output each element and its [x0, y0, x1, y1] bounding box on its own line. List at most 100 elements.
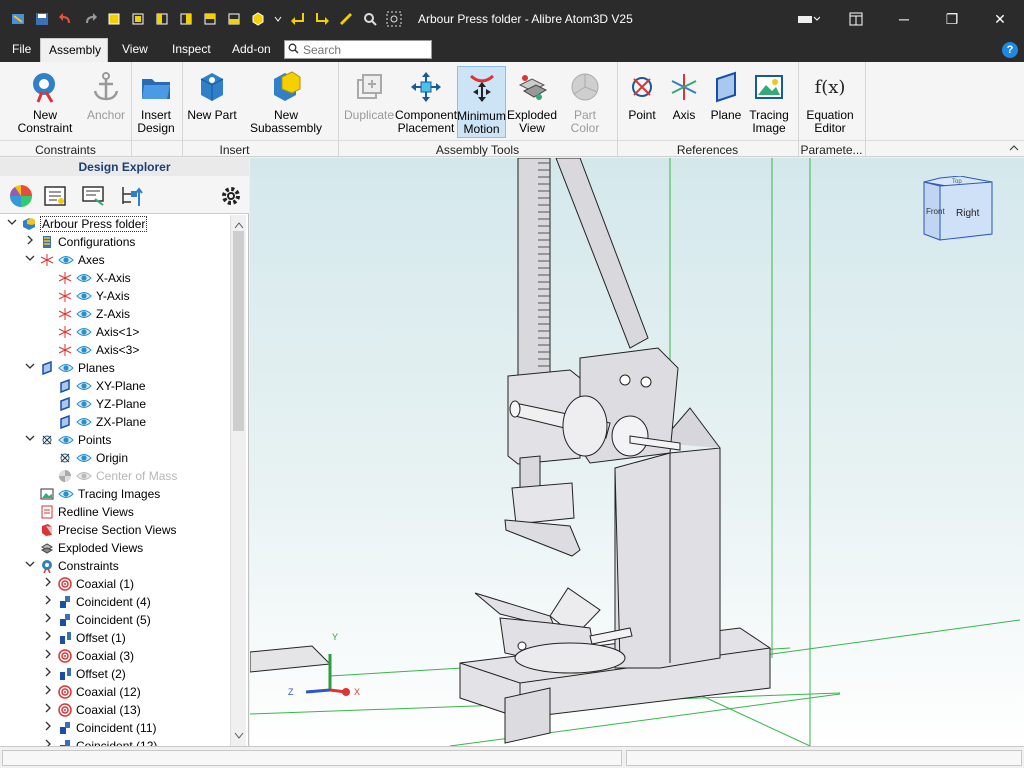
- view-back-icon[interactable]: [128, 9, 148, 29]
- redo-icon[interactable]: [80, 9, 100, 29]
- tree-item[interactable]: Coincident (12): [0, 737, 230, 746]
- chevron-down-icon[interactable]: [272, 9, 284, 29]
- chevron-right-icon[interactable]: [42, 721, 54, 735]
- tab-assembly[interactable]: Assembly: [40, 38, 108, 62]
- tree-item[interactable]: Planes: [0, 359, 230, 377]
- chevron-right-icon[interactable]: [42, 577, 54, 591]
- tree-item[interactable]: Constraints: [0, 557, 230, 575]
- visibility-eye-icon[interactable]: [58, 362, 74, 374]
- insert-design-button[interactable]: Insert Design: [134, 66, 178, 138]
- measure-icon[interactable]: [336, 9, 356, 29]
- chevron-right-icon[interactable]: [42, 613, 54, 627]
- new-part-button[interactable]: New Part: [186, 66, 238, 138]
- chevron-right-icon[interactable]: [42, 685, 54, 699]
- visibility-eye-icon[interactable]: [76, 470, 92, 482]
- chevron-right-icon[interactable]: [42, 595, 54, 609]
- visibility-eye-icon[interactable]: [58, 254, 74, 266]
- tree-item[interactable]: Coincident (4): [0, 593, 230, 611]
- component-placement-button[interactable]: Component Placement: [395, 66, 457, 138]
- chevron-down-icon[interactable]: [24, 253, 36, 267]
- scroll-down-icon[interactable]: [234, 729, 244, 743]
- tree-item[interactable]: Axis<1>: [0, 323, 230, 341]
- save-icon[interactable]: [32, 9, 52, 29]
- tab-file[interactable]: File: [4, 38, 39, 62]
- point-button[interactable]: Point: [624, 66, 660, 138]
- tree-item[interactable]: Exploded Views: [0, 539, 230, 557]
- new-subassembly-button[interactable]: New Subassembly: [240, 66, 332, 138]
- chevron-right-icon[interactable]: [42, 649, 54, 663]
- arrow-down-right-icon[interactable]: [312, 9, 332, 29]
- chevron-right-icon[interactable]: [42, 667, 54, 681]
- plane-button[interactable]: Plane: [707, 66, 745, 138]
- minimum-motion-button[interactable]: Minimum Motion: [457, 66, 506, 138]
- view-left-icon[interactable]: [152, 9, 172, 29]
- tab-inspect[interactable]: Inspect: [164, 38, 219, 62]
- axis-button[interactable]: Axis: [666, 66, 702, 138]
- tree-item[interactable]: Arbour Press folder: [0, 215, 230, 233]
- visibility-eye-icon[interactable]: [58, 434, 74, 446]
- new-constraint-button[interactable]: New Constraint: [6, 66, 84, 138]
- properties-list-icon[interactable]: [42, 183, 68, 209]
- visibility-eye-icon[interactable]: [76, 380, 92, 392]
- help-button[interactable]: ?: [1002, 42, 1018, 58]
- tree-item[interactable]: Precise Section Views: [0, 521, 230, 539]
- tree-item[interactable]: Center of Mass: [0, 467, 230, 485]
- tree-item[interactable]: Offset (2): [0, 665, 230, 683]
- visibility-eye-icon[interactable]: [76, 272, 92, 284]
- view-cube[interactable]: Front Right Top: [920, 176, 996, 244]
- zoom-window-icon[interactable]: [384, 9, 404, 29]
- visibility-eye-icon[interactable]: [76, 290, 92, 302]
- chevron-right-icon[interactable]: [42, 631, 54, 645]
- tree-item[interactable]: ZX-Plane: [0, 413, 230, 431]
- visibility-eye-icon[interactable]: [76, 344, 92, 356]
- arrow-down-left-icon[interactable]: [288, 9, 308, 29]
- undo-icon[interactable]: [56, 9, 76, 29]
- collapse-ribbon-icon[interactable]: [1008, 142, 1020, 157]
- tree-hierarchy-icon[interactable]: [118, 183, 144, 209]
- chevron-down-icon[interactable]: [6, 217, 18, 231]
- chevron-right-icon[interactable]: [42, 739, 54, 746]
- duplicate-button[interactable]: Duplicate: [342, 66, 396, 138]
- view-front-icon[interactable]: [104, 9, 124, 29]
- view-bottom-icon[interactable]: [224, 9, 244, 29]
- tab-add-on[interactable]: Add-on: [224, 38, 279, 62]
- tree-item[interactable]: Y-Axis: [0, 287, 230, 305]
- anchor-button[interactable]: Anchor: [86, 66, 126, 138]
- exploded-view-button[interactable]: Exploded View: [507, 66, 557, 138]
- visibility-eye-icon[interactable]: [58, 488, 74, 500]
- arbour-press-model[interactable]: Y X Z: [250, 158, 1024, 746]
- tree-scrollbar[interactable]: [230, 215, 246, 746]
- display-settings-icon[interactable]: [784, 0, 832, 38]
- tree-item[interactable]: Tracing Images: [0, 485, 230, 503]
- view-right-icon[interactable]: [176, 9, 196, 29]
- settings-gear-icon[interactable]: [218, 183, 244, 209]
- tree-item[interactable]: Points: [0, 431, 230, 449]
- tree-item[interactable]: Offset (1): [0, 629, 230, 647]
- tree-item[interactable]: Coaxial (1): [0, 575, 230, 593]
- visibility-eye-icon[interactable]: [76, 326, 92, 338]
- chevron-down-icon[interactable]: [24, 433, 36, 447]
- part-color-button[interactable]: Part Color: [558, 66, 612, 138]
- tree-item[interactable]: Axis<3>: [0, 341, 230, 359]
- tree-item[interactable]: Coaxial (12): [0, 683, 230, 701]
- restore-button[interactable]: ❐: [928, 0, 976, 38]
- search-box[interactable]: [284, 40, 432, 59]
- tracing-image-button[interactable]: Tracing Image: [748, 66, 790, 138]
- tree-item[interactable]: Axes: [0, 251, 230, 269]
- close-button[interactable]: ✕: [976, 0, 1024, 38]
- tree-item[interactable]: XY-Plane: [0, 377, 230, 395]
- visibility-eye-icon[interactable]: [76, 452, 92, 464]
- scroll-up-icon[interactable]: [234, 218, 244, 232]
- tree-item[interactable]: X-Axis: [0, 269, 230, 287]
- 3d-viewport[interactable]: Y X Z Front Right Top: [250, 158, 1024, 746]
- visibility-eye-icon[interactable]: [76, 416, 92, 428]
- pin-window-icon[interactable]: [832, 0, 880, 38]
- tree-item[interactable]: Coaxial (13): [0, 701, 230, 719]
- app-icon[interactable]: [8, 9, 28, 29]
- filter-view-icon[interactable]: [80, 183, 106, 209]
- tree-item[interactable]: Origin: [0, 449, 230, 467]
- chevron-down-icon[interactable]: [24, 361, 36, 375]
- view-iso-icon[interactable]: [248, 9, 268, 29]
- zoom-icon[interactable]: [360, 9, 380, 29]
- tree-item[interactable]: Coincident (5): [0, 611, 230, 629]
